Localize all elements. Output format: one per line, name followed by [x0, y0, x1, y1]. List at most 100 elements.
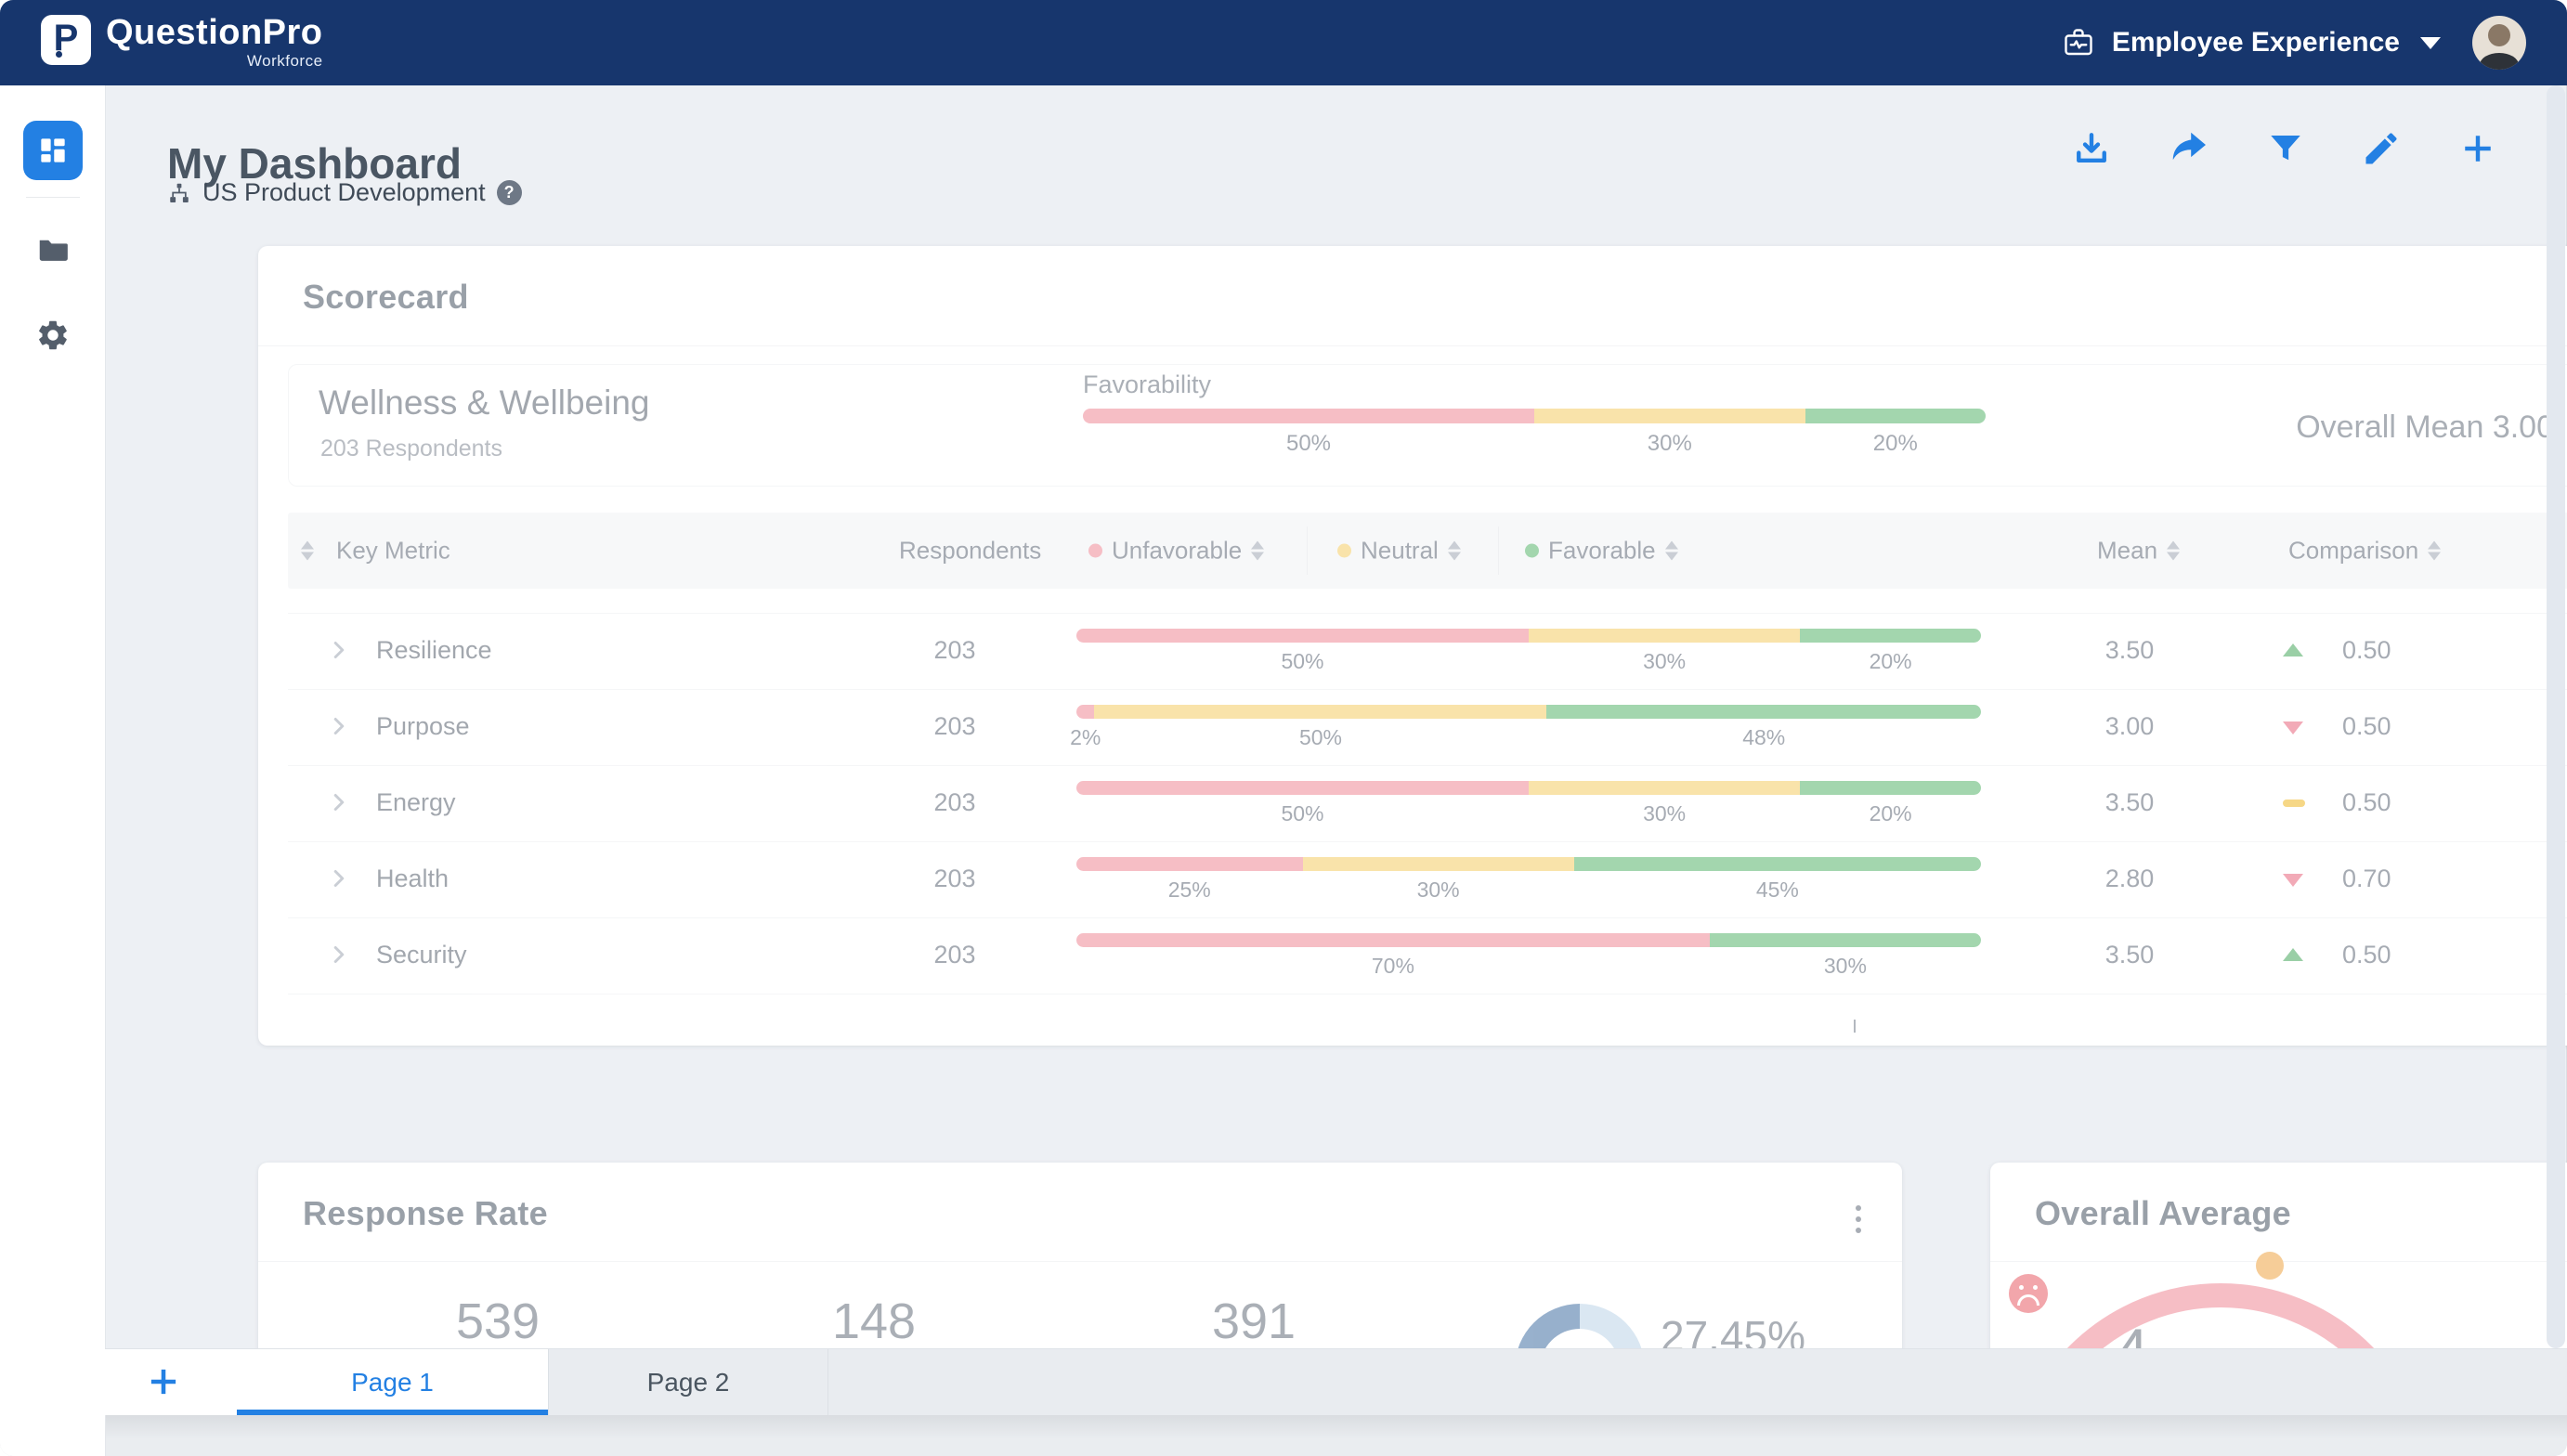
bar-segment-label: 50% [1299, 725, 1342, 750]
sidebar-item-settings[interactable] [23, 311, 83, 359]
metric-respondents: 203 [899, 941, 1010, 969]
trend-up-icon [2283, 948, 2303, 961]
chevron-right-icon[interactable] [325, 636, 353, 664]
bar-segment-neutral [1534, 409, 1805, 423]
bar-segment-unfavorable [1076, 705, 1094, 719]
metric-distribution-bar [1076, 629, 1981, 643]
widget-menu-button[interactable] [1856, 1205, 1861, 1233]
metric-bar-labels: 2%50%48% [1076, 725, 1981, 751]
tab-page-2[interactable]: Page 2 [548, 1349, 828, 1415]
col-neutral[interactable]: Neutral [1337, 537, 1461, 566]
bar-segment-favorable [1805, 409, 1986, 423]
sort-icon[interactable] [1448, 541, 1461, 561]
table-row[interactable]: Purpose2032%50%48%3.000.50 [288, 690, 2567, 766]
metric-mean: 2.80 [2074, 864, 2185, 893]
sidebar-item-dashboards[interactable] [23, 121, 83, 180]
metric-name[interactable]: Purpose [376, 712, 470, 741]
sort-icon[interactable] [1665, 541, 1678, 561]
table-row[interactable]: Resilience20350%30%20%3.500.50 [288, 613, 2567, 690]
bar-segment-label: 30% [1648, 431, 1692, 457]
metric-bar-labels: 50%30%20% [1076, 649, 1981, 675]
bar-segment-label: 30% [1824, 954, 1867, 979]
metric-name[interactable]: Health [376, 864, 449, 893]
metric-comparison: 0.50 [2342, 636, 2391, 665]
vertical-scrollbar[interactable] [2547, 85, 2565, 1348]
favorability-block: Favorability 50%30%20% [1083, 370, 1986, 459]
gear-icon [35, 318, 71, 353]
metric-distribution-bar [1076, 781, 1981, 795]
chevron-right-icon[interactable] [325, 712, 353, 740]
chevron-right-icon[interactable] [325, 941, 353, 968]
metric-bar-labels: 50%30%20% [1076, 801, 1981, 827]
dashboard-toolbar [2071, 128, 2498, 169]
bar-segment-neutral [1303, 857, 1574, 871]
filter-button[interactable] [2266, 128, 2305, 169]
col-comparison[interactable]: Comparison [2288, 537, 2441, 566]
metric-comparison: 0.50 [2342, 712, 2391, 741]
stat-value: 391 [1133, 1293, 1375, 1350]
widget-title: Overall Average [2035, 1194, 2291, 1233]
brand-text: QuestionPro Workforce [106, 15, 323, 72]
sort-icon[interactable] [1251, 541, 1264, 561]
col-key-metric[interactable]: Key Metric [336, 537, 450, 566]
sidebar-divider [26, 197, 80, 198]
sort-icon[interactable] [2167, 541, 2180, 561]
logo-letter: P [54, 20, 79, 57]
table-row[interactable]: Energy 203 50%30%20% 3.50 0.50 [288, 766, 2567, 842]
product-switcher[interactable]: Employee Experience [2060, 26, 2441, 59]
metric-name[interactable]: Resilience [376, 636, 492, 665]
download-button[interactable] [2071, 128, 2112, 169]
favorable-dot-icon [1525, 544, 1539, 558]
bar-segment-label: 20% [1870, 801, 1912, 826]
brand-logo[interactable]: P QuestionPro Workforce [41, 15, 323, 72]
bar-segment-label: 45% [1756, 878, 1799, 903]
help-icon[interactable]: ? [497, 180, 522, 205]
chevron-right-icon[interactable] [325, 864, 353, 892]
bar-segment-label: 20% [1870, 649, 1912, 674]
unfavorable-dot-icon [1088, 544, 1102, 558]
col-unfavorable-label: Unfavorable [1112, 537, 1242, 566]
bar-segment-neutral [1094, 705, 1546, 719]
metric-mean: 3.50 [2074, 788, 2185, 817]
metric-name[interactable]: Energy [376, 788, 456, 817]
briefcase-pulse-icon [2060, 26, 2097, 59]
overall-mean: Overall Mean 3.00 [2296, 410, 2554, 446]
neutral-face-icon [2256, 1252, 2284, 1280]
col-respondents[interactable]: Respondents [899, 537, 1010, 566]
sort-icon[interactable] [2428, 541, 2441, 561]
top-navbar: P QuestionPro Workforce Employee Experie… [0, 0, 2567, 85]
bar-segment-neutral [1529, 781, 1800, 795]
col-mean[interactable]: Mean [2097, 537, 2180, 566]
column-divider [1307, 526, 1308, 575]
table-row[interactable]: Security20370%30%3.500.50 [288, 918, 2567, 994]
bar-segment-favorable [1546, 705, 1981, 719]
metric-comparison: 0.50 [2342, 788, 2391, 817]
sidebar-item-folders[interactable] [23, 226, 83, 274]
trend-up-icon [2283, 644, 2303, 656]
add-page-button[interactable] [144, 1362, 183, 1401]
bottom-edge-strip [0, 1414, 2567, 1456]
table-row[interactable]: Health20325%30%45%2.800.70 [288, 842, 2567, 918]
bar-segment-label: 30% [1643, 649, 1686, 674]
col-unfavorable[interactable]: Unfavorable [1088, 537, 1264, 566]
metric-respondents: 203 [899, 788, 1010, 817]
metric-name[interactable]: Security [376, 941, 467, 969]
bar-segment-label: 70% [1372, 954, 1414, 979]
org-hierarchy-icon [167, 181, 191, 205]
sort-all-button[interactable] [301, 541, 314, 561]
add-widget-button[interactable] [2457, 128, 2498, 169]
bar-segment-favorable [1710, 933, 1981, 947]
folder-icon [35, 232, 71, 267]
share-button[interactable] [2168, 128, 2210, 169]
col-favorable[interactable]: Favorable [1525, 537, 1678, 566]
avatar[interactable] [2472, 16, 2526, 70]
tab-page-1[interactable]: Page 1 [237, 1349, 548, 1415]
favorability-label: Favorability [1083, 370, 1986, 399]
left-sidebar [0, 85, 106, 1456]
scroll-indicator[interactable] [1854, 1020, 1856, 1033]
edit-button[interactable] [2361, 128, 2402, 169]
table-header: Key Metric Respondents Unfavorable Neutr… [288, 513, 2567, 589]
metric-rows: Resilience20350%30%20%3.500.50Purpose203… [288, 613, 2567, 994]
trend-down-icon [2283, 722, 2303, 734]
chevron-right-icon[interactable] [325, 788, 353, 816]
